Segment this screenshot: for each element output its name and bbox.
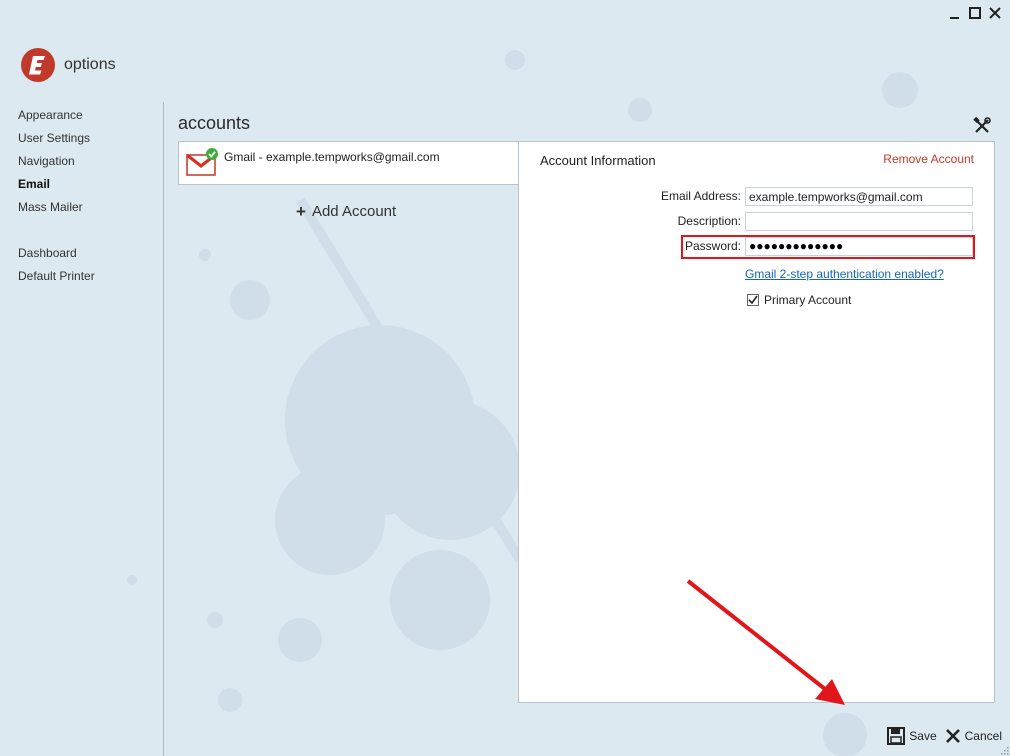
sidebar-item-navigation[interactable]: Navigation xyxy=(18,153,158,176)
sidebar-item-email[interactable]: Email xyxy=(18,176,158,199)
primary-account-checkbox[interactable] xyxy=(747,294,759,306)
two-step-auth-link[interactable]: Gmail 2-step authentication enabled? xyxy=(745,267,944,281)
gmail-icon xyxy=(186,148,218,176)
description-field[interactable] xyxy=(745,212,973,231)
account-list-item[interactable]: Gmail - example.tempworks@gmail.com xyxy=(178,141,519,185)
panel-title: Account Information xyxy=(540,153,656,168)
floppy-disk-icon xyxy=(887,727,906,745)
minimize-icon[interactable] xyxy=(948,6,962,20)
app-logo xyxy=(21,48,55,82)
sidebar-item-mass-mailer[interactable]: Mass Mailer xyxy=(18,199,158,222)
primary-account-label: Primary Account xyxy=(764,293,852,307)
plus-icon: + xyxy=(296,202,306,221)
sidebar-item-dashboard[interactable]: Dashboard xyxy=(18,245,158,268)
cancel-button[interactable]: Cancel xyxy=(945,728,1002,744)
page-title: accounts xyxy=(178,113,251,133)
account-label: Gmail - example.tempworks@gmail.com xyxy=(224,150,440,164)
save-button[interactable]: Save xyxy=(887,727,937,745)
description-label: Description: xyxy=(677,214,741,228)
sidebar-item-user-settings[interactable]: User Settings xyxy=(18,130,158,153)
app-header: options xyxy=(21,48,116,82)
remove-account-link[interactable]: Remove Account xyxy=(883,152,974,166)
close-icon[interactable] xyxy=(988,6,1002,20)
window-controls xyxy=(948,6,1002,20)
save-label: Save xyxy=(909,729,937,743)
close-x-icon xyxy=(945,729,960,743)
maximize-icon[interactable] xyxy=(968,6,982,20)
primary-account-row: Primary Account xyxy=(747,293,851,307)
sidebar-nav: Appearance User Settings Navigation Emai… xyxy=(18,107,158,291)
resize-grip-icon[interactable] xyxy=(999,745,1009,755)
email-field[interactable] xyxy=(745,187,973,206)
password-label: Password: xyxy=(684,239,741,253)
footer-actions: Save Cancel xyxy=(887,727,1002,745)
add-account-button[interactable]: + Add Account xyxy=(296,203,396,220)
email-label: Email Address: xyxy=(660,189,741,203)
sidebar-item-appearance[interactable]: Appearance xyxy=(18,107,158,130)
account-information-panel: Account Information Remove Account Email… xyxy=(518,141,995,703)
add-account-label: Add Account xyxy=(311,203,397,220)
cancel-label: Cancel xyxy=(964,729,1002,743)
sidebar-divider xyxy=(163,102,164,756)
sidebar-item-default-printer[interactable]: Default Printer xyxy=(18,268,158,291)
checkmark-icon xyxy=(748,295,758,305)
password-value: ●●●●●●●●●●●●● xyxy=(749,239,844,253)
tools-icon[interactable] xyxy=(973,117,991,135)
app-title: options xyxy=(64,56,116,73)
